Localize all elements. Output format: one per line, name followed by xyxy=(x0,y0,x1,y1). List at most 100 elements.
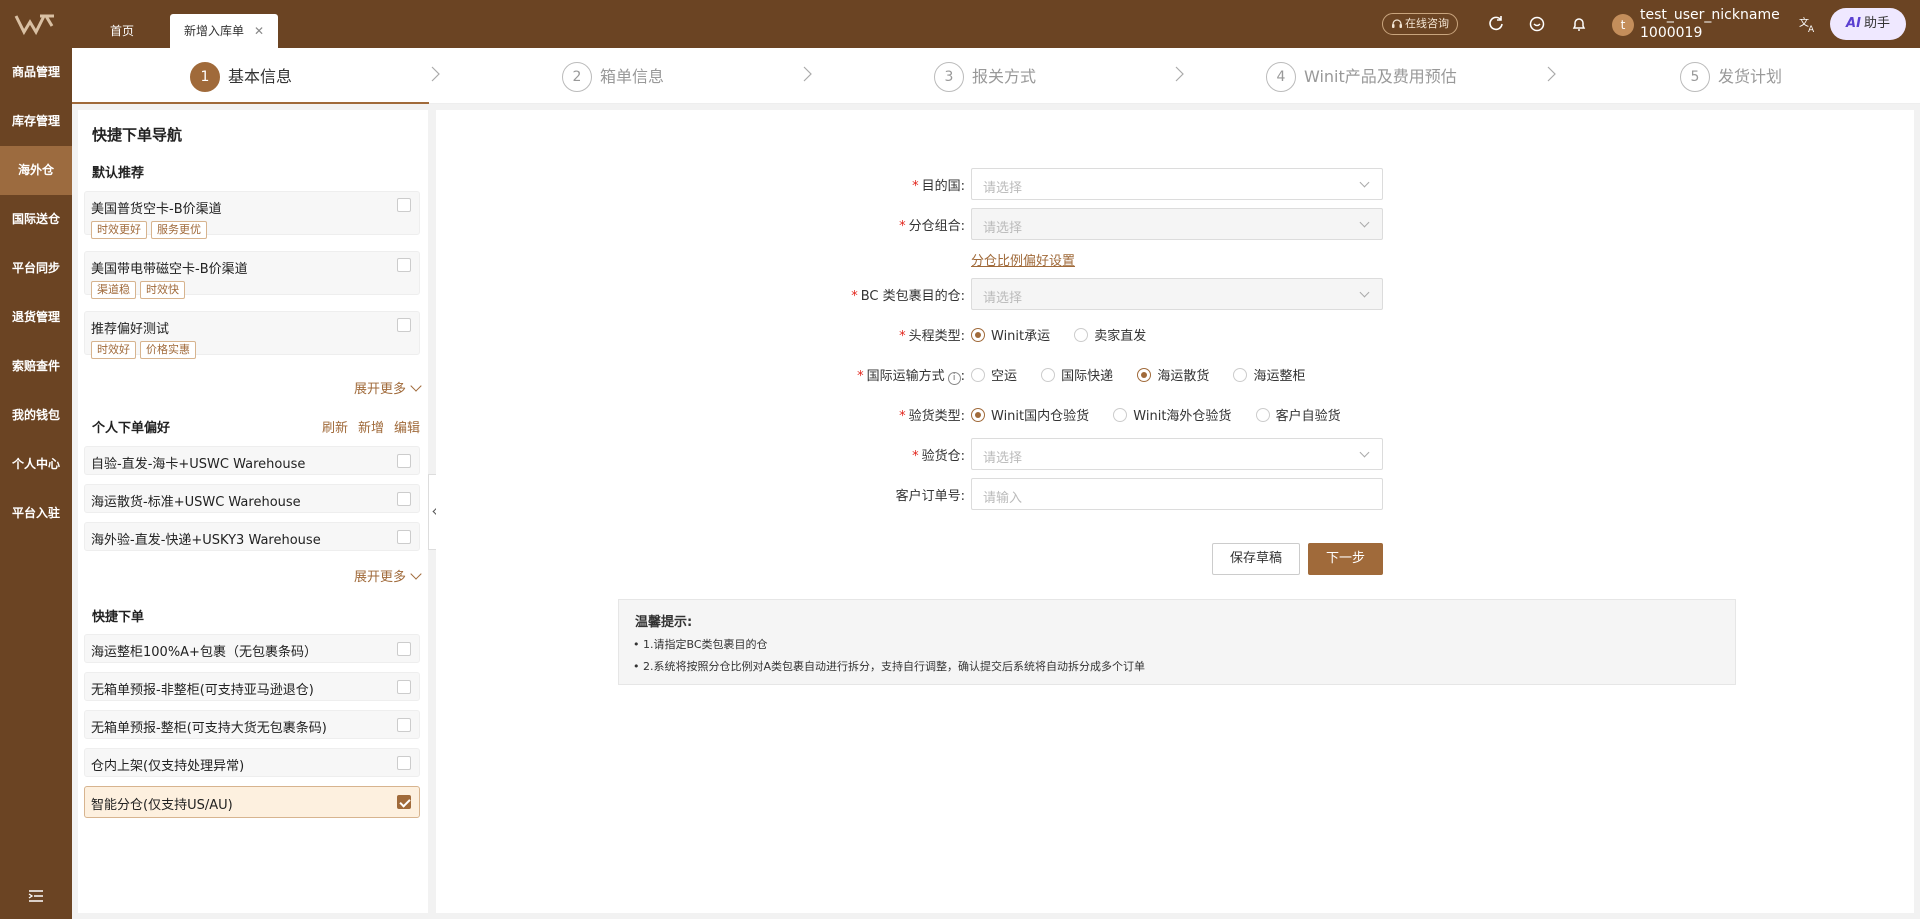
split-ratio-pref-link[interactable]: 分仓比例偏好设置 xyxy=(971,250,1075,269)
chevron-right-icon xyxy=(431,66,440,82)
bc-warehouse-placeholder: 请选择 xyxy=(983,291,1023,306)
tag: 时效快 xyxy=(140,281,185,299)
tips-box: 温馨提示: • 1.请指定BC类包裹目的仓 • 2.系统将按照分仓比例对A类包裹… xyxy=(618,599,1736,685)
step-1[interactable]: 1 基本信息 xyxy=(190,62,292,92)
inspect-warehouse-select[interactable]: 请选择 xyxy=(971,438,1383,470)
step-5[interactable]: 5 发货计划 xyxy=(1680,62,1782,92)
recommend-card[interactable]: 美国普货空卡-B价渠道 时效更好 服务更优 xyxy=(84,191,420,239)
edit-pref-button[interactable]: 编辑 xyxy=(394,421,420,436)
quick-order-item[interactable]: 仓内上架(仅支持处理异常) xyxy=(84,748,420,777)
quick-order-checkbox[interactable] xyxy=(397,718,411,732)
headset-icon xyxy=(1392,19,1402,28)
nav-overseas-warehouse[interactable]: 海外仓 xyxy=(0,146,72,195)
nav-return-management[interactable]: 退货管理 xyxy=(0,293,72,342)
quick-order-checkbox[interactable] xyxy=(397,756,411,770)
nav-platform-sync[interactable]: 平台同步 xyxy=(0,244,72,293)
transport-label-text: 国际运输方式 xyxy=(866,369,945,384)
split-group-select[interactable]: 请选择 xyxy=(971,208,1383,240)
nav-personal-center[interactable]: 个人中心 xyxy=(0,440,72,489)
bell-icon[interactable] xyxy=(1569,14,1589,34)
refresh-icon[interactable] xyxy=(1486,14,1506,34)
radio-sea-fcl[interactable]: 海运整柜 xyxy=(1233,365,1305,384)
translate-icon[interactable]: 文A xyxy=(1798,14,1818,34)
inspection-label: * 验货类型: xyxy=(899,409,965,424)
nav-international-delivery[interactable]: 国际送仓 xyxy=(0,195,72,244)
expand-more-recommend[interactable]: 展开更多 xyxy=(354,378,422,397)
logo-icon[interactable] xyxy=(14,10,58,38)
avatar[interactable]: t xyxy=(1612,14,1634,36)
inspect-warehouse-label: * 验货仓: xyxy=(912,449,965,464)
radio-air[interactable]: 空运 xyxy=(971,365,1017,384)
next-button[interactable]: 下一步 xyxy=(1308,543,1383,575)
pref-checkbox[interactable] xyxy=(397,454,411,468)
radio-label: 空运 xyxy=(991,369,1018,384)
refresh-pref-button[interactable]: 刷新 xyxy=(322,421,348,436)
radio-winit-carrier[interactable]: Winit承运 xyxy=(971,325,1050,344)
add-pref-button[interactable]: 新增 xyxy=(358,421,384,436)
quick-order-checkbox[interactable] xyxy=(397,642,411,656)
tab-new-inbound-order[interactable]: 新增入库单 ✕ xyxy=(170,14,279,48)
nav-platform-onboarding[interactable]: 平台入驻 xyxy=(0,489,72,538)
expand-more-pref[interactable]: 展开更多 xyxy=(354,566,422,585)
radio-winit-domestic[interactable]: Winit国内仓验货 xyxy=(971,405,1089,424)
recommend-card[interactable]: 推荐偏好测试 时效好 价格实惠 xyxy=(84,311,420,359)
left-nav: 商品管理 库存管理 海外仓 国际送仓 平台同步 退货管理 索赔查件 我的钱包 个… xyxy=(0,48,72,919)
step-4[interactable]: 4 Winit产品及费用预估 xyxy=(1266,62,1457,92)
radio-sea-lcl[interactable]: 海运散货 xyxy=(1137,365,1209,384)
radio-customer-self[interactable]: 客户自验货 xyxy=(1255,405,1341,424)
save-draft-button[interactable]: 保存草稿 xyxy=(1212,543,1300,575)
ai-assistant-button[interactable]: AI 助手 xyxy=(1830,8,1906,40)
step-2[interactable]: 2 箱单信息 xyxy=(562,62,664,92)
pref-item[interactable]: 自验-直发-海卡+USWC Warehouse xyxy=(84,446,420,475)
pref-actions: 刷新 新增 编辑 xyxy=(312,417,420,436)
user-id: 1000019 xyxy=(1640,25,1703,41)
recommend-checkbox[interactable] xyxy=(397,318,411,332)
default-recommend-title: 默认推荐 xyxy=(92,166,145,181)
nav-claims[interactable]: 索赔查件 xyxy=(0,342,72,391)
feedback-icon[interactable] xyxy=(1527,14,1547,34)
radio-seller-direct[interactable]: 卖家直发 xyxy=(1074,325,1146,344)
pref-item[interactable]: 海外验-直发-快递+USKY3 Warehouse xyxy=(84,522,420,551)
user-info[interactable]: test_user_nickname 1000019 xyxy=(1640,6,1780,42)
tag: 时效好 xyxy=(91,341,136,359)
radio-winit-overseas[interactable]: Winit海外仓验货 xyxy=(1113,405,1231,424)
dest-country-select[interactable]: 请选择 xyxy=(971,168,1383,200)
step-bar: 1 基本信息 2 箱单信息 3 报关方式 4 Winit产品及费用预估 5 发货计划 xyxy=(72,48,1920,104)
step-3[interactable]: 3 报关方式 xyxy=(934,62,1036,92)
first-leg-label-text: 头程类型: xyxy=(908,329,965,344)
recommend-checkbox[interactable] xyxy=(397,258,411,272)
quick-order-item-selected[interactable]: 智能分仓(仅支持US/AU) xyxy=(84,786,420,818)
quick-order-item[interactable]: 无箱单预报-整柜(可支持大货无包裹条码) xyxy=(84,710,420,739)
recommend-card[interactable]: 美国带电带磁空卡-B价渠道 渠道稳 时效快 xyxy=(84,251,420,299)
nav-wallet[interactable]: 我的钱包 xyxy=(0,391,72,440)
tips-line: • 2.系统将按照分仓比例对A类包裹自动进行拆分，支持自行调整，确认提交后系统将… xyxy=(633,660,1146,673)
personal-pref-title: 个人下单偏好 xyxy=(92,421,171,436)
inspection-label-text: 验货类型: xyxy=(908,409,965,424)
recommend-card-title: 推荐偏好测试 xyxy=(91,322,170,337)
tab-home[interactable]: 首页 xyxy=(96,14,148,48)
radio-label: 海运散货 xyxy=(1157,369,1210,384)
quick-order-checkbox[interactable] xyxy=(397,680,411,694)
step-2-label: 箱单信息 xyxy=(600,67,665,86)
radio-express[interactable]: 国际快递 xyxy=(1041,365,1113,384)
close-icon[interactable]: ✕ xyxy=(254,24,264,38)
quick-order-checkbox-checked[interactable] xyxy=(397,795,411,809)
pref-item[interactable]: 海运散货-标准+USWC Warehouse xyxy=(84,484,420,513)
quick-order-item[interactable]: 无箱单预报-非整柜(可支持亚马逊退仓) xyxy=(84,672,420,701)
pref-checkbox[interactable] xyxy=(397,492,411,506)
quick-order-item[interactable]: 海运整柜100%A+包裹（无包裹条码） xyxy=(84,634,420,663)
pref-checkbox[interactable] xyxy=(397,530,411,544)
chevron-right-icon xyxy=(1175,66,1184,82)
bc-warehouse-select[interactable]: 请选择 xyxy=(971,278,1383,310)
online-consult-button[interactable]: 在线咨询 xyxy=(1382,13,1458,35)
transport-label-colon: : xyxy=(960,369,965,384)
menu-collapse-icon[interactable] xyxy=(28,889,44,903)
nav-product-management[interactable]: 商品管理 xyxy=(0,48,72,97)
split-group-label: * 分仓组合: xyxy=(899,219,965,234)
inspect-warehouse-label-text: 验货仓: xyxy=(921,449,965,464)
customer-order-input[interactable]: 请输入 xyxy=(971,478,1383,510)
recommend-checkbox[interactable] xyxy=(397,198,411,212)
radio-label: Winit国内仓验货 xyxy=(991,409,1090,424)
info-icon[interactable]: i xyxy=(947,372,961,385)
nav-inventory-management[interactable]: 库存管理 xyxy=(0,97,72,146)
